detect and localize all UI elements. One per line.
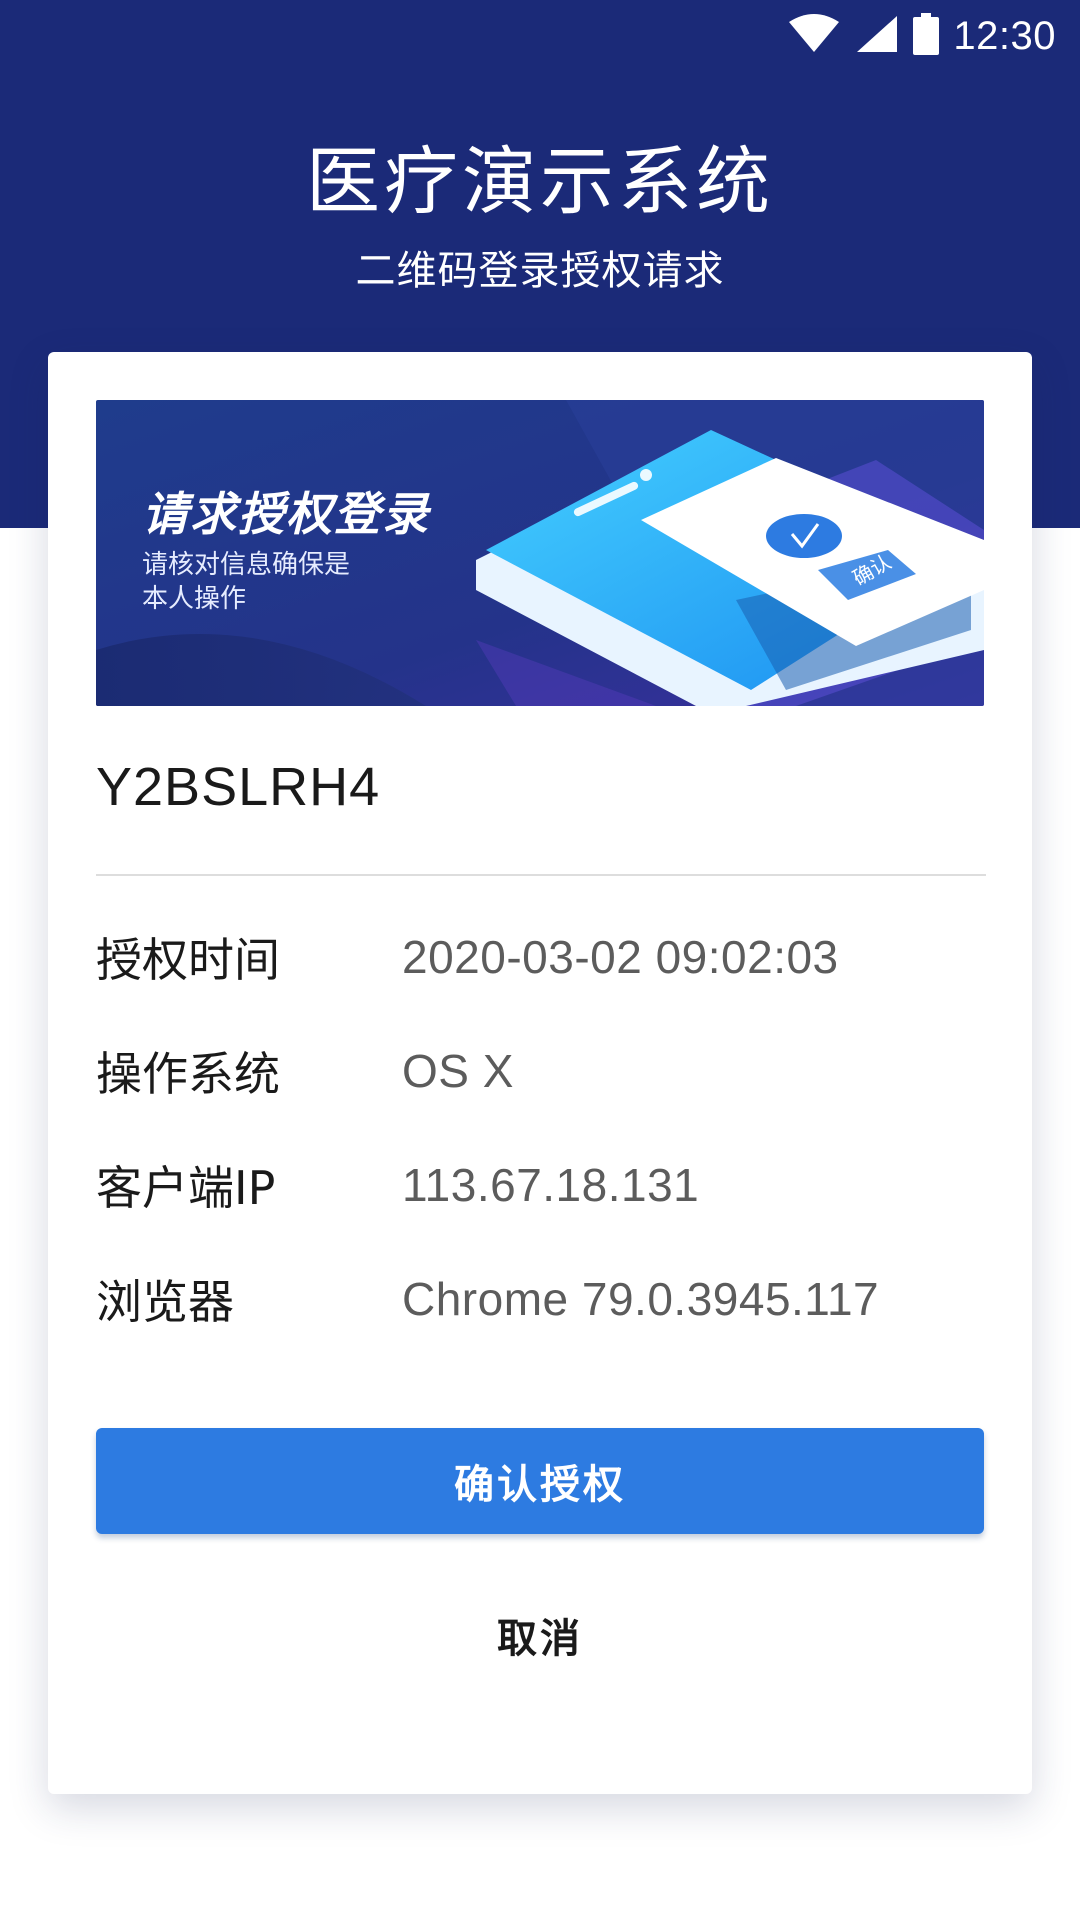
banner-text-line2: 本人操作 <box>142 584 247 614</box>
status-bar: 12:30 <box>0 0 1080 72</box>
signal-icon <box>855 14 899 58</box>
info-row-client-ip: 客户端IP 113.67.18.131 <box>96 1150 986 1220</box>
info-value: 113.67.18.131 <box>402 1159 700 1211</box>
cancel-button[interactable]: 取消 <box>96 1582 984 1688</box>
info-value: Chrome 79.0.3945.117 <box>402 1273 880 1325</box>
banner: 确认 请求授权登录 请核对信息确保是 本人操作 <box>96 400 984 706</box>
confirm-authorization-button[interactable]: 确认授权 <box>96 1428 984 1534</box>
info-row-auth-time: 授权时间 2020-03-02 09:02:03 <box>96 922 986 992</box>
status-time: 12:30 <box>953 13 1056 58</box>
status-icons: 12:30 <box>787 13 1056 59</box>
divider <box>96 874 986 876</box>
info-row-browser: 浏览器 Chrome 79.0.3945.117 <box>96 1264 986 1334</box>
info-value: 2020-03-02 09:02:03 <box>402 931 839 983</box>
info-value: OS X <box>402 1045 514 1097</box>
info-label: 浏览器 <box>96 1275 234 1329</box>
wifi-icon <box>787 14 841 58</box>
banner-text: 请核对信息确保是 本人操作 <box>142 548 350 616</box>
battery-icon <box>913 13 940 59</box>
app-subtitle: 二维码登录授权请求 <box>355 248 725 294</box>
auth-code: Y2BSLRH4 <box>96 757 381 817</box>
info-label: 操作系统 <box>96 1047 280 1101</box>
banner-title: 请求授权登录 <box>142 487 430 541</box>
info-label: 客户端IP <box>96 1161 276 1215</box>
info-row-os: 操作系统 OS X <box>96 1036 986 1106</box>
info-label: 授权时间 <box>96 933 280 987</box>
banner-text-line1: 请核对信息确保是 <box>142 550 351 580</box>
app-title: 医疗演示系统 <box>306 139 774 225</box>
authorization-card: 确认 请求授权登录 请核对信息确保是 本人操作 Y2BSLRH4 授权时间 20… <box>48 352 1032 1794</box>
